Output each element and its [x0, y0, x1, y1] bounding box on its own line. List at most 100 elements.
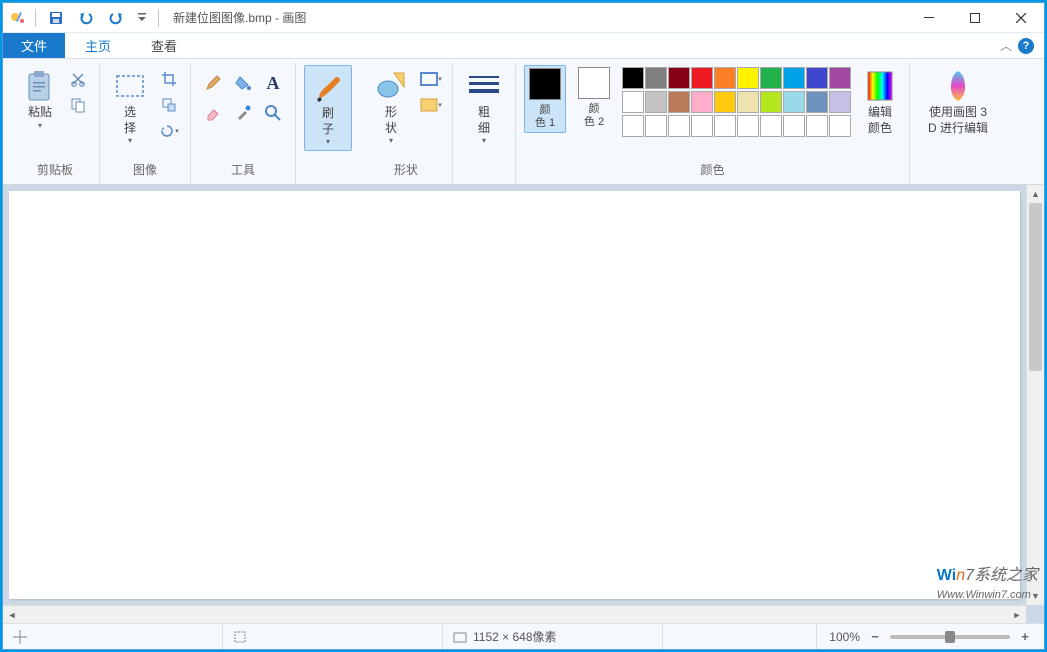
outline-button[interactable]: ▾ — [418, 67, 444, 91]
text-tool[interactable]: A — [259, 69, 287, 97]
color1-button[interactable]: 颜 色 1 — [524, 65, 566, 133]
window-title: 新建位图图像.bmp - 画图 — [173, 9, 306, 26]
brush-icon — [311, 70, 345, 104]
zoom-out-button[interactable]: − — [868, 630, 882, 644]
palette-color[interactable] — [714, 91, 736, 113]
zoom-level: 100% — [829, 630, 860, 644]
palette-color[interactable] — [783, 67, 805, 89]
eraser-tool[interactable] — [199, 99, 227, 127]
select-button[interactable]: 选 择 ▾ — [108, 65, 152, 149]
palette-color[interactable] — [737, 67, 759, 89]
color2-button[interactable]: 颜 色 2 — [574, 65, 614, 131]
resize-button[interactable] — [156, 93, 182, 117]
view-tab[interactable]: 查看 — [131, 33, 197, 58]
chevron-down-icon: ▾ — [389, 136, 393, 145]
select-icon — [114, 69, 146, 103]
brush-button[interactable]: 刷 子 ▾ — [304, 65, 352, 151]
qat-customize-button[interactable] — [134, 6, 150, 30]
palette-color[interactable] — [783, 115, 805, 137]
clipboard-icon — [25, 69, 55, 103]
copy-button[interactable] — [65, 93, 91, 117]
chevron-down-icon: ▾ — [482, 136, 486, 145]
app-icon — [9, 9, 27, 27]
chevron-down-icon: ▾ — [326, 137, 330, 146]
paint-window: 新建位图图像.bmp - 画图 文件 主页 查看 ︿ ? 粘贴 ▾ — [2, 2, 1045, 650]
canvas-size-icon — [453, 630, 467, 644]
palette-color[interactable] — [691, 91, 713, 113]
magnify-tool[interactable] — [259, 99, 287, 127]
colors-group: 颜 色 1 颜 色 2 编辑 颜色 颜色 — [516, 63, 910, 184]
palette-color[interactable] — [829, 115, 851, 137]
paste-button[interactable]: 粘贴 ▾ — [19, 65, 61, 134]
shapes-icon — [374, 69, 408, 103]
edit-colors-button[interactable]: 编辑 颜色 — [859, 65, 901, 140]
maximize-button[interactable] — [952, 3, 998, 33]
undo-button[interactable] — [74, 6, 98, 30]
crop-button[interactable] — [156, 67, 182, 91]
palette-color[interactable] — [645, 91, 667, 113]
palette-color[interactable] — [783, 91, 805, 113]
palette-color[interactable] — [760, 91, 782, 113]
close-button[interactable] — [998, 3, 1044, 33]
file-size — [663, 624, 817, 649]
minimize-button[interactable] — [906, 3, 952, 33]
fill-tool[interactable] — [229, 69, 257, 97]
collapse-ribbon-button[interactable]: ︿ — [1000, 37, 1012, 54]
palette-color[interactable] — [691, 115, 713, 137]
redo-button[interactable] — [104, 6, 128, 30]
palette-color[interactable] — [645, 115, 667, 137]
ribbon: 粘贴 ▾ 剪贴板 选 择 ▾ — [3, 59, 1044, 185]
home-tab[interactable]: 主页 — [65, 33, 131, 58]
palette-color[interactable] — [645, 67, 667, 89]
zoom-slider[interactable] — [890, 635, 1010, 639]
rotate-button[interactable]: ▾ — [156, 119, 182, 143]
rainbow-icon — [866, 69, 894, 103]
shapes-button[interactable]: 形 状 ▾ — [368, 65, 414, 149]
fill-shape-button[interactable]: ▾ — [418, 93, 444, 117]
palette-color[interactable] — [806, 91, 828, 113]
help-button[interactable]: ? — [1018, 38, 1034, 54]
paint3d-button[interactable]: 使用画图 3 D 进行编辑 — [918, 65, 998, 140]
palette-color[interactable] — [829, 67, 851, 89]
horizontal-scrollbar[interactable]: ◄ ► — [3, 605, 1026, 623]
canvas-size: 1152 × 648像素 — [443, 624, 663, 649]
tools-group: A 工具 — [191, 63, 296, 184]
palette-color[interactable] — [737, 91, 759, 113]
palette-color[interactable] — [760, 115, 782, 137]
stroke-button[interactable]: 粗 细 ▾ — [461, 65, 507, 149]
palette-color[interactable] — [691, 67, 713, 89]
palette-color[interactable] — [668, 115, 690, 137]
color2-swatch — [578, 67, 610, 99]
palette-color[interactable] — [668, 91, 690, 113]
save-button[interactable] — [44, 6, 68, 30]
palette-color[interactable] — [737, 115, 759, 137]
canvas-area: ▲ ▼ ◄ ► Win7系统之家 Www.Winwin7.com — [3, 185, 1044, 623]
cut-button[interactable] — [65, 67, 91, 91]
cursor-position — [3, 624, 223, 649]
palette-color[interactable] — [806, 115, 828, 137]
vertical-scrollbar[interactable]: ▲ ▼ — [1026, 185, 1044, 605]
palette-color[interactable] — [829, 91, 851, 113]
palette-color[interactable] — [622, 91, 644, 113]
palette-color[interactable] — [714, 115, 736, 137]
stroke-group: 粗 细 ▾ — [453, 63, 516, 184]
zoom-in-button[interactable]: + — [1018, 630, 1032, 644]
crosshair-icon — [13, 630, 27, 644]
pencil-tool[interactable] — [199, 69, 227, 97]
palette-color[interactable] — [622, 115, 644, 137]
color-palette — [622, 65, 851, 137]
palette-color[interactable] — [622, 67, 644, 89]
picker-tool[interactable] — [229, 99, 257, 127]
palette-color[interactable] — [714, 67, 736, 89]
canvas[interactable] — [9, 191, 1020, 599]
image-group: 选 择 ▾ ▾ 图像 — [100, 63, 191, 184]
palette-color[interactable] — [806, 67, 828, 89]
zoom-control: 100% − + — [817, 630, 1044, 644]
selection-icon — [233, 630, 247, 644]
palette-color[interactable] — [668, 67, 690, 89]
palette-color[interactable] — [760, 67, 782, 89]
menubar: 文件 主页 查看 ︿ ? — [3, 33, 1044, 59]
shapes-group: 形 状 ▾ ▾ ▾ 形状 — [360, 63, 453, 184]
titlebar: 新建位图图像.bmp - 画图 — [3, 3, 1044, 33]
file-tab[interactable]: 文件 — [3, 33, 65, 58]
